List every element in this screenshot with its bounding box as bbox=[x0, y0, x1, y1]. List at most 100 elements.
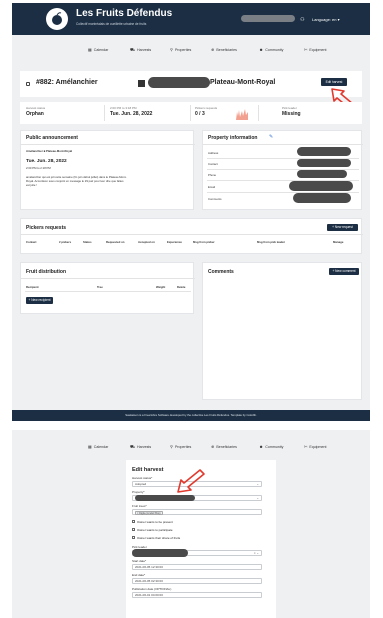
redacted-square bbox=[138, 79, 145, 87]
owner-share-checkbox[interactable]: Owner wants their share of fruits bbox=[132, 536, 180, 540]
people-icon: ☻ bbox=[259, 47, 264, 52]
new-recipient-button[interactable]: + New recipient bbox=[26, 297, 53, 304]
col-msg-picker: Msg from picker bbox=[193, 240, 215, 244]
edit-harvest-heading: Edit harvest bbox=[132, 467, 164, 473]
redacted-address bbox=[148, 77, 210, 88]
property-row-contact: Contact bbox=[208, 162, 218, 166]
harvest-title-bar: #882: Amélanchier Plateau-Mont-Royal Edi… bbox=[20, 71, 362, 97]
select-checkbox[interactable] bbox=[26, 82, 30, 86]
announcement-body-2: Royal. Accordéon sous conjoint un messag… bbox=[26, 179, 124, 183]
edit-harvest-button[interactable]: Edit harvest bbox=[321, 78, 347, 86]
nav-equipment[interactable]: ✄ Equipment bbox=[304, 47, 327, 52]
nav-equipment[interactable]: ✄ Equipment bbox=[304, 444, 327, 449]
language-selector[interactable]: Language: en ▾ bbox=[312, 17, 340, 22]
col-contact: Contact bbox=[26, 240, 37, 244]
fruit-trees-input[interactable]: × Digita (Lindstr Bos) bbox=[132, 509, 262, 515]
map-pin-icon: ⚲ bbox=[170, 444, 173, 449]
chevron-down-icon: ⌄ bbox=[256, 482, 259, 486]
fruit-tree-tag[interactable]: × Digita (Lindstr Bos) bbox=[134, 511, 163, 515]
col-requested: Requested on bbox=[106, 240, 125, 244]
col-status: Status bbox=[83, 240, 92, 244]
property-heading: Property information bbox=[208, 135, 258, 141]
announcement-date: Tue. Jun. 28, 2022 bbox=[26, 159, 67, 164]
pickers-heading: Pickers requests bbox=[26, 225, 67, 231]
announcement-line1: Amélanchier ■ Plateau-Mont-Royal bbox=[26, 149, 73, 153]
col-manage: Manage bbox=[333, 240, 344, 244]
status-label: Harvest status* bbox=[132, 476, 153, 480]
tools-icon: ✄ bbox=[304, 47, 308, 52]
col-msg-leader: Msg from pick leader bbox=[257, 240, 285, 244]
start-date-input[interactable]: 2021-06-05 12:30:00 bbox=[132, 564, 262, 570]
truck-icon: ⛟ bbox=[130, 47, 136, 52]
publication-date-input[interactable]: 2021-06-01 04:00:00 bbox=[132, 592, 262, 598]
property-row-email: Email bbox=[208, 185, 215, 189]
distribution-heading: Fruit distribution bbox=[26, 269, 66, 275]
announcement-heading: Public announcement bbox=[26, 135, 78, 141]
owner-participate-checkbox[interactable]: Owner wants to participate bbox=[132, 528, 173, 532]
user-icon[interactable]: ⚇ bbox=[300, 17, 304, 23]
leader-value: Missing bbox=[282, 111, 301, 117]
nav-beneficiaries[interactable]: ⊕ Beneficiaries bbox=[211, 47, 237, 52]
harvest-stats: Harvest status Orphan 2:00 PM to 3:18 PM… bbox=[20, 102, 362, 124]
new-request-button[interactable]: + New request bbox=[327, 224, 358, 231]
nav-calendar[interactable]: ▦ Calendar bbox=[88, 444, 108, 449]
nav-beneficiaries[interactable]: ⊕ Beneficiaries bbox=[211, 444, 237, 449]
nav-community[interactable]: ☻ Community bbox=[259, 47, 283, 52]
new-comment-button[interactable]: + New comment bbox=[329, 268, 359, 275]
calendar-icon: ▦ bbox=[88, 47, 92, 52]
chevron-down-icon: ⌄ bbox=[256, 496, 259, 500]
pickers-value: 0 / 3 bbox=[195, 111, 205, 117]
date-value: Tue. Jun. 28, 2022 bbox=[110, 111, 153, 117]
fruit-trees-label: Fruit trees* bbox=[132, 504, 147, 508]
property-row-comments: Comments bbox=[208, 197, 222, 201]
property-information-card: Property information ✎ Address Contact P… bbox=[202, 130, 363, 210]
status-value: Orphan bbox=[26, 111, 44, 117]
nav-harvests[interactable]: ⛟ Harvests bbox=[130, 444, 151, 450]
footer: Saskatoon is a Free/Libre Software devel… bbox=[12, 410, 370, 421]
owner-present-checkbox[interactable]: Owner wants to be present bbox=[132, 520, 173, 524]
brand-tagline: Collectif montréalais de cueillette urba… bbox=[76, 22, 147, 26]
property-row-phone: Phone bbox=[208, 173, 217, 177]
calendar-icon: ▦ bbox=[88, 444, 92, 449]
chevron-down-icon: × ⌄ bbox=[253, 551, 259, 555]
col-accepted: Accepted on bbox=[138, 240, 155, 244]
col-recipient: Recipient bbox=[26, 285, 39, 289]
date-stat: 2:00 PM to 3:18 PM Tue. Jun. 28, 2022 bbox=[110, 106, 153, 117]
truck-icon: ⛟ bbox=[130, 444, 136, 449]
harvest-location: Plateau-Mont-Royal bbox=[210, 79, 276, 86]
col-tree: Tree bbox=[97, 285, 103, 289]
nav-properties[interactable]: ⚲ Properties bbox=[170, 444, 191, 449]
people-icon: ☻ bbox=[259, 444, 264, 449]
brand-title[interactable]: Les Fruits Défendus bbox=[76, 8, 172, 19]
nav-harvests[interactable]: ⛟ Harvests bbox=[130, 47, 151, 53]
harvest-detail-screenshot: Les Fruits Défendus Collectif montréalai… bbox=[12, 3, 370, 421]
people-illustration-icon bbox=[236, 109, 248, 120]
pencil-icon[interactable]: ✎ bbox=[269, 134, 273, 140]
nav-calendar[interactable]: ▦ Calendar bbox=[88, 47, 108, 52]
col-weight: Weight bbox=[156, 285, 166, 289]
pickers-stat: Pickers requests 0 / 3 bbox=[195, 106, 218, 117]
top-header: Les Fruits Défendus Collectif montréalai… bbox=[12, 3, 370, 35]
nav-community[interactable]: ☻ Community bbox=[259, 444, 283, 449]
property-label: Property* bbox=[132, 490, 145, 494]
redacted-username bbox=[241, 15, 295, 22]
edit-harvest-screenshot: ▦ Calendar ⛟ Harvests ⚲ Properties ⊕ Benefic… bbox=[12, 430, 370, 618]
col-delete: Delete bbox=[177, 285, 186, 289]
col-experience: Experience bbox=[167, 240, 182, 244]
main-nav: ▦ Calendar ⛟ Harvests ⚲ Properties ⊕ Benefic… bbox=[12, 43, 370, 57]
red-arrow-annotation bbox=[177, 469, 205, 493]
logo-icon[interactable] bbox=[46, 8, 68, 30]
start-date-label: Start date* bbox=[132, 559, 147, 563]
status-stat: Harvest status Orphan bbox=[26, 106, 46, 117]
plus-circle-icon: ⊕ bbox=[211, 444, 215, 449]
publication-date-label: Publication date (OPTIONAL) bbox=[132, 587, 172, 591]
fruit-distribution-card: Fruit distribution Recipient Tree Weight… bbox=[20, 262, 195, 314]
harvest-number-title: #882: Amélanchier bbox=[36, 79, 98, 86]
tools-icon: ✄ bbox=[304, 444, 308, 449]
nav-properties[interactable]: ⚲ Properties bbox=[170, 47, 191, 52]
end-date-input[interactable]: 2021-06-05 02:30:00 bbox=[132, 578, 262, 584]
col-pickers: # pickers bbox=[59, 240, 72, 244]
property-row-address: Address bbox=[208, 151, 219, 155]
redacted-pick-leader bbox=[132, 549, 188, 557]
end-date-label: End date* bbox=[132, 573, 146, 577]
